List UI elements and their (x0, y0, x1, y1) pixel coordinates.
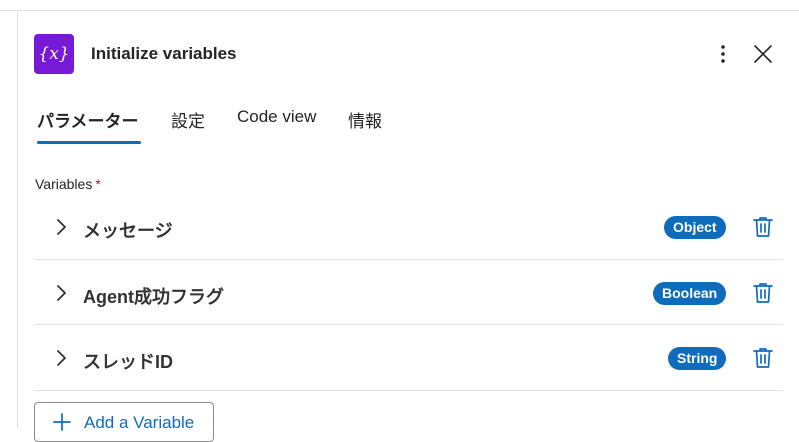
required-marker: * (95, 176, 101, 192)
variable-row-1[interactable]: メッセージ Object (34, 195, 783, 260)
tab-code-view[interactable]: Code view (237, 107, 316, 127)
trash-icon[interactable] (752, 346, 774, 370)
tab-about[interactable]: 情報 (348, 107, 382, 132)
active-tab-indicator (37, 141, 141, 144)
more-options-button[interactable] (712, 43, 734, 65)
top-divider (0, 0, 799, 11)
tab-parameters[interactable]: パラメーター (37, 107, 139, 132)
chevron-right-icon[interactable] (54, 284, 68, 302)
close-icon (754, 45, 772, 63)
chevron-right-icon[interactable] (54, 218, 68, 236)
add-variable-label: Add a Variable (84, 413, 195, 432)
type-badge: Boolean (653, 282, 727, 305)
chevron-right-icon[interactable] (54, 349, 68, 367)
type-badge: String (668, 347, 727, 370)
more-vertical-icon (721, 45, 725, 63)
tab-settings[interactable]: 設定 (171, 107, 205, 132)
type-badge: Object (664, 216, 726, 239)
variable-name: スレッドID (83, 352, 173, 372)
close-button[interactable] (752, 43, 774, 65)
left-divider (0, 11, 18, 429)
variable-row-3[interactable]: スレッドID String (34, 326, 783, 391)
trash-icon[interactable] (752, 281, 774, 305)
panel-title: Initialize variables (91, 44, 237, 63)
trash-icon[interactable] (752, 215, 774, 239)
variable-name: Agent成功フラグ (83, 287, 224, 307)
plus-icon (53, 413, 71, 431)
variables-icon: {x} (34, 34, 74, 74)
variable-row-2[interactable]: Agent成功フラグ Boolean (34, 260, 783, 325)
add-variable-button[interactable]: Add a Variable (34, 402, 214, 442)
variables-label: Variables * (35, 176, 101, 192)
variable-name: メッセージ (83, 221, 173, 241)
